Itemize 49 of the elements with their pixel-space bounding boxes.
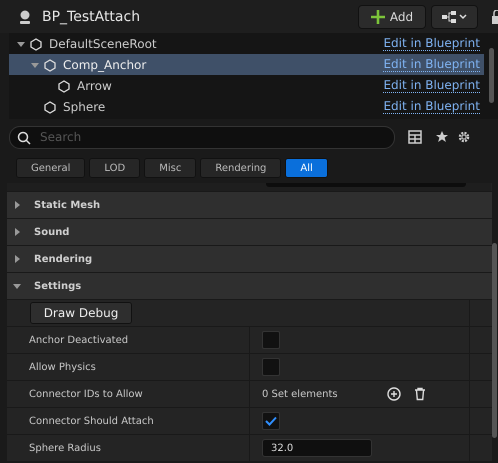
filter-tab[interactable]: Misc (144, 158, 196, 178)
search-icon (17, 130, 31, 144)
component-icon (43, 100, 57, 114)
category-header[interactable]: Sound (7, 218, 492, 245)
scrollbar-thumb[interactable] (488, 48, 494, 103)
blueprint-title: BP_TestAttach (42, 8, 142, 24)
checkbox[interactable] (262, 331, 280, 349)
edit-in-blueprint-link[interactable]: Edit in Blueprint (383, 36, 480, 50)
plus-icon (370, 10, 385, 24)
category-header[interactable]: Static Mesh (7, 191, 492, 218)
set-count: 0 Set elements (262, 388, 339, 400)
caret-icon (13, 255, 21, 263)
scrollbar-thumb[interactable] (492, 243, 497, 438)
trash-icon[interactable] (413, 387, 427, 401)
star-icon[interactable] (435, 130, 449, 144)
tree-item[interactable]: Sphere Edit in Blueprint (9, 96, 484, 117)
actor-icon (17, 8, 33, 24)
number-field[interactable]: 32.0 (262, 439, 372, 457)
category-header[interactable]: Rendering (7, 245, 492, 272)
add-button[interactable]: Add (358, 4, 426, 28)
caret-icon (13, 228, 21, 236)
hierarchy-icon (442, 10, 468, 22)
search-field[interactable]: Search (9, 126, 395, 148)
caret-icon[interactable] (17, 40, 25, 48)
property-label: Sphere Radius (7, 435, 250, 461)
component-icon (57, 78, 71, 92)
filter-tab[interactable]: General (16, 158, 86, 178)
tree-item[interactable]: Arrow Edit in Blueprint (9, 75, 484, 96)
tree-item[interactable]: DefaultSceneRoot Edit in Blueprint (9, 33, 484, 54)
caret-icon (13, 201, 21, 209)
filter-tab[interactable]: All (285, 158, 328, 178)
filter-tab[interactable]: Rendering (200, 158, 282, 178)
table-view-icon[interactable] (408, 130, 422, 144)
draw-debug-button[interactable]: Draw Debug (30, 302, 132, 324)
edit-in-blueprint-link[interactable]: Edit in Blueprint (383, 78, 480, 92)
caret-icon[interactable] (31, 60, 39, 68)
category-header[interactable]: Settings (7, 272, 492, 299)
edit-in-blueprint-link[interactable]: Edit in Blueprint (383, 100, 480, 114)
caret-icon (13, 282, 21, 290)
checkbox[interactable] (262, 358, 280, 376)
checkbox[interactable] (262, 412, 280, 430)
tree-item[interactable]: Comp_Anchor Edit in Blueprint (9, 54, 484, 75)
add-icon[interactable] (387, 387, 401, 401)
filter-tab[interactable]: LOD (89, 158, 140, 178)
hierarchy-button[interactable] (431, 4, 478, 28)
component-icon (43, 58, 57, 72)
settings-icon[interactable] (457, 130, 471, 144)
component-icon (29, 36, 43, 50)
edit-in-blueprint-link[interactable]: Edit in Blueprint (383, 58, 480, 72)
